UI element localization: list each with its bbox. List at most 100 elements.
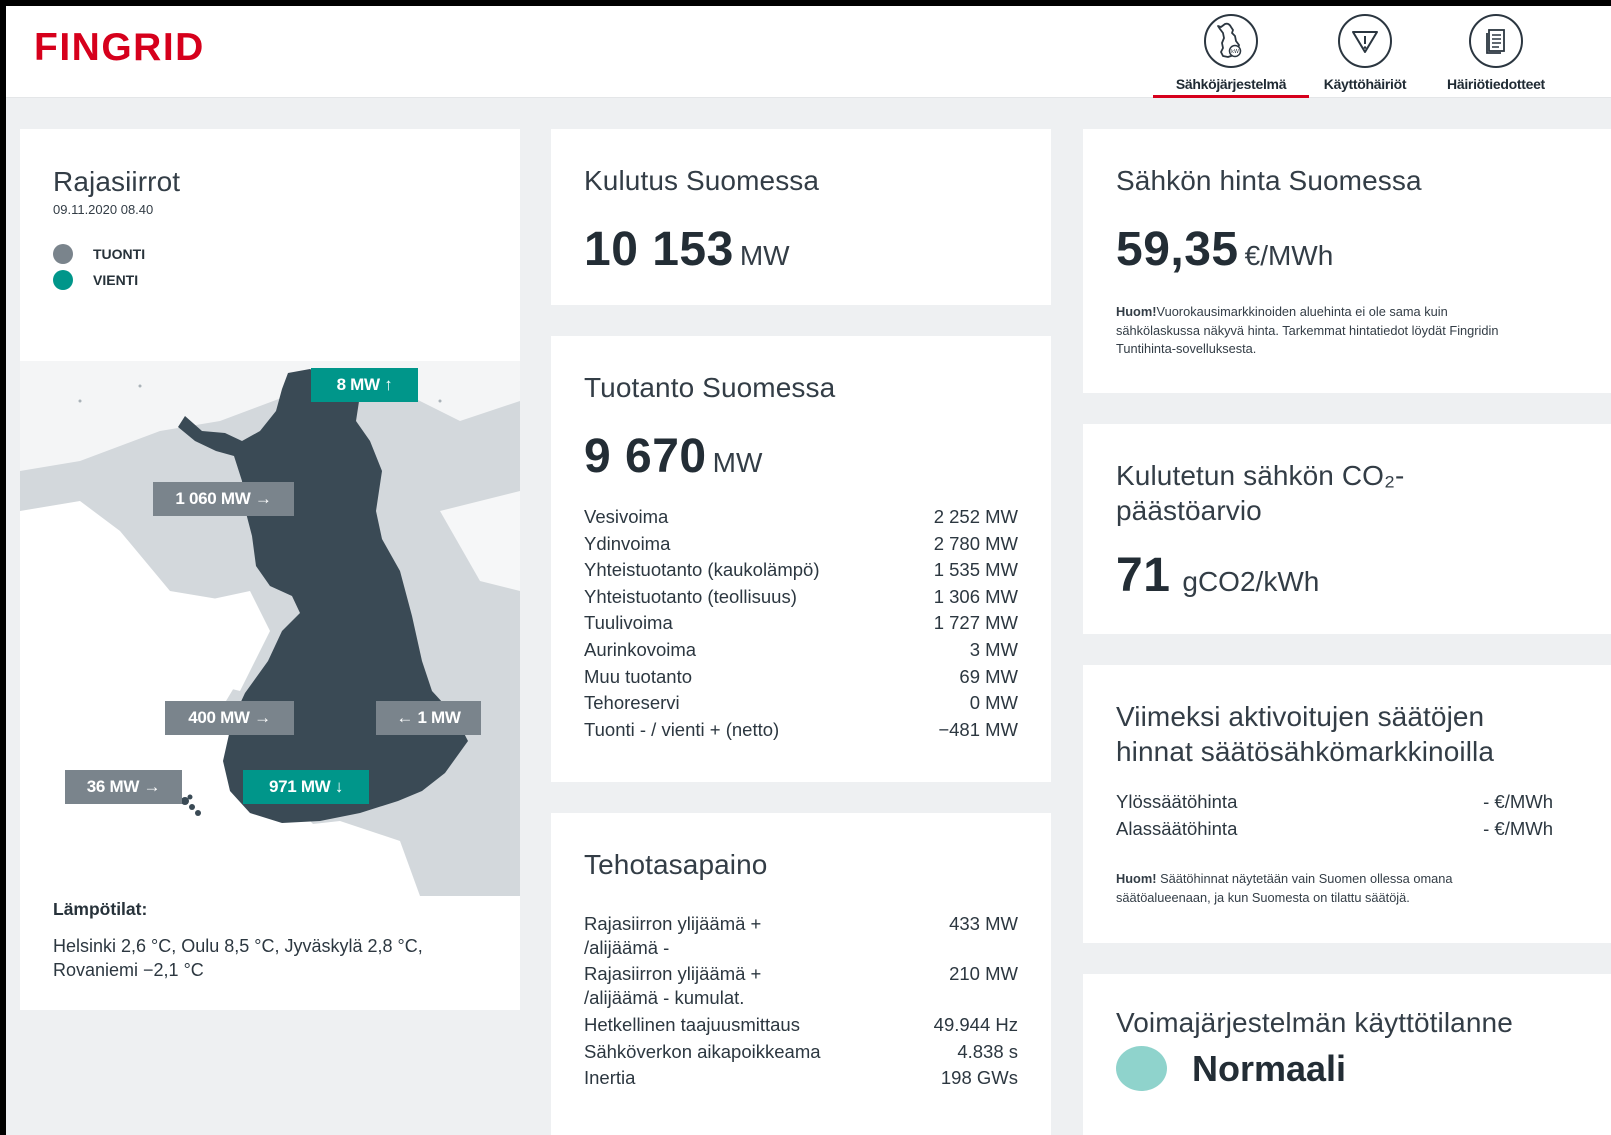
note-bold: Huom! [1116,871,1157,887]
table-row: Tuonti - / vienti + (netto) −481 MW [584,717,1018,744]
kulutus-value: 10 153 [584,223,734,276]
table-row: Ydinvoima 2 780 MW [584,531,1018,558]
row-label: Alassäätöhinta [1116,817,1238,839]
row-label: Hetkellinen taajuusmittaus [584,1014,800,1035]
tuotanto-card: Tuotanto Suomessa 9 670 MW Vesivoima 2 252… [551,336,1051,782]
flow-north[interactable]: 8 MW ↑ [311,368,418,402]
tuotanto-breakdown: Vesivoima 2 252 MW Ydinvoima 2 780 MW Yhte… [584,504,1018,743]
row-label: Tuulivoima [584,612,673,634]
table-row: Aurinkovoima 3 MW [584,637,1018,664]
tuotanto-value-row: 9 670 MW [584,429,1018,484]
table-row: Muu tuotanto 69 MW [584,664,1018,691]
finland-map-svg [20,361,520,896]
kulutus-unit: MW [739,240,790,271]
row-value: - €/MWh [1483,791,1553,812]
finland-map-icon: kW [1204,14,1258,68]
row-value: 1 727 MW [933,612,1018,634]
temperatures-label: Lämpötilat: [53,899,148,919]
row-label: Yhteistuotanto (teollisuus) [584,585,797,607]
hinta-unit: €/MWh [1244,240,1334,271]
nav-sahkojarjestelma[interactable]: kW Sähköjärjestelmä [1153,6,1309,98]
note-text: Vuorokausimarkkinoiden aluehinta ei ole … [1116,304,1499,356]
co2-value-row: 71 gCO2/kWh [1116,548,1404,603]
nav-kayttohairiot[interactable]: Käyttöhäiriöt [1315,6,1415,98]
flow-russia[interactable]: ← 1 MW [376,701,481,735]
nav-label: Sähköjärjestelmä [1175,76,1287,92]
row-label: Yhteistuotanto (kaukolämpö) [584,559,820,581]
co2-card: Kulutetun sähkön CO₂- päästöarvio 71 gCO2… [1083,424,1611,634]
kulutus-card: Kulutus Suomessa 10 153 MW [551,129,1051,305]
table-row: Tehoreservi 0 MW [584,690,1018,717]
flow-estonia[interactable]: 971 MW ↓ [243,770,369,804]
app-root: FINGRID kW Sähköjärjestelmä Käyttöhäiriö… [6,6,1611,1135]
legend-import-label: TUONTI [93,246,146,262]
hinta-card: Sähkön hinta Suomessa 59,35 €/MWh Huom!Vu… [1083,129,1611,393]
map-legend: TUONTI VIENTI [53,244,145,296]
row-value: 433 MW [949,913,1018,934]
table-row: Sähköverkon aikapoikkeama 4.838 s [584,1039,1018,1066]
row-value: - €/MWh [1483,817,1553,839]
row-value: 2 252 MW [933,506,1018,527]
legend-export: VIENTI [53,270,145,290]
tehotasapaino-title: Tehotasapaino [584,849,768,880]
table-row: Tuulivoima 1 727 MW [584,610,1018,637]
status-indicator [1116,1046,1167,1091]
co2-title-line1: Kulutetun sähkön CO₂- [1116,460,1405,491]
warning-triangle-icon [1338,14,1392,68]
row-label: Rajasiirron ylijäämä + /alijäämä - [584,913,762,958]
nav-label: Käyttöhäiriöt [1323,76,1407,92]
co2-unit: gCO2/kWh [1182,566,1320,597]
hinta-value-row: 59,35 €/MWh [1116,222,1516,277]
nav-hairiotiedotteet[interactable]: Häiriötiedotteet [1436,6,1556,98]
row-label: Aurinkovoima [584,638,697,660]
saadot-card: Viimeksi aktivoitujen säätöjen hinnat sä… [1083,665,1611,943]
hinta-note: Huom!Vuorokausimarkkinoiden aluehinta ei… [1116,303,1516,359]
kulutus-title: Kulutus Suomessa [584,165,820,196]
tuotanto-value: 9 670 [584,430,707,483]
rajasiirrot-title: Rajasiirrot [53,166,181,197]
row-value: −481 MW [938,718,1018,740]
flow-sweden-south[interactable]: 400 MW → [165,701,294,735]
status-row: Normaali [1116,1046,1513,1091]
saadot-table: Ylössäätöhinta - €/MWh Alassäätöhinta - €/… [1116,789,1553,842]
tuotanto-unit: MW [712,447,763,478]
table-row: Alassäätöhinta - €/MWh [1116,816,1553,843]
table-row: Vesivoima 2 252 MW [584,504,1018,531]
flow-aland[interactable]: 36 MW → [65,770,182,804]
table-row: Rajasiirron ylijäämä + /alijäämä - kumul… [584,962,1018,1009]
temperatures-text: Helsinki 2,6 °C, Oulu 8,5 °C, Jyväskylä … [53,936,423,980]
row-label: Tuonti - / vienti + (netto) [584,718,780,740]
status-badge: Normaali [1192,1047,1347,1089]
row-label: Inertia [584,1067,636,1089]
fingrid-logo[interactable]: FINGRID [34,26,205,70]
hinta-value: 59,35 [1116,223,1239,276]
legend-import: TUONTI [53,244,145,264]
top-header: FINGRID kW Sähköjärjestelmä Käyttöhäiriö… [6,6,1611,98]
row-label: Ydinvoima [584,532,671,554]
row-value: 2 780 MW [933,532,1018,554]
rajasiirrot-card: Rajasiirrot 09.11.2020 08.40 TUONTI VIEN… [20,129,520,1010]
row-value: 210 MW [949,963,1018,984]
flow-sweden-north[interactable]: 1 060 MW → [153,482,294,516]
legend-import-dot [53,244,73,264]
row-value: 1 535 MW [933,559,1018,581]
table-row: Yhteistuotanto (teollisuus) 1 306 MW [584,584,1018,611]
table-row: Hetkellinen taajuusmittaus 49.944 Hz [584,1012,1018,1039]
row-value: 49.944 Hz [933,1014,1018,1035]
row-value: 0 MW [969,692,1018,714]
co2-value: 71 [1116,549,1171,602]
row-value: 4.838 s [957,1040,1018,1062]
co2-title-line2: päästöarvio [1116,495,1262,526]
svg-text:kW: kW [1231,49,1239,55]
saadot-title-line2: hinnat säätösähkömarkkinoilla [1116,736,1495,767]
transfer-map: 8 MW ↑ 1 060 MW → 400 MW → ← 1 MW 36 MW … [20,361,520,896]
saadot-note: Huom! Säätöhinnat näytetään vain Suomen … [1116,870,1516,907]
tuotanto-title: Tuotanto Suomessa [584,372,836,403]
legend-export-label: VIENTI [93,272,139,288]
kulutus-value-row: 10 153 MW [584,222,819,277]
legend-export-dot [53,270,73,290]
note-bold: Huom! [1116,304,1157,319]
row-label: Rajasiirron ylijäämä + /alijäämä - kumul… [584,963,762,1008]
row-value: 1 306 MW [933,585,1018,607]
hinta-title: Sähkön hinta Suomessa [1116,165,1422,196]
